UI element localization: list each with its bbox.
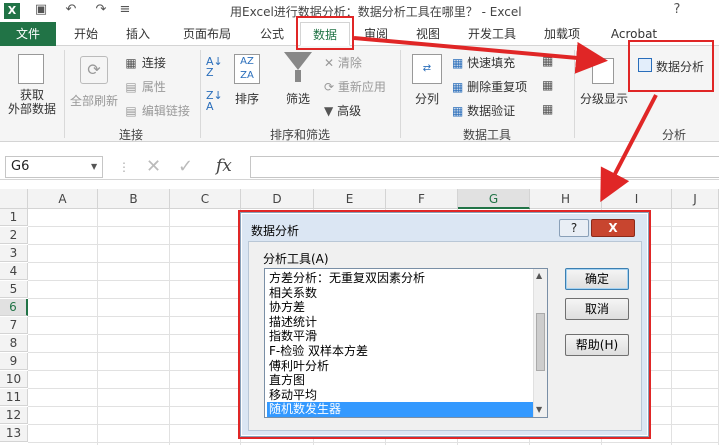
excel-window: X ▣ ↶ ↷ ≡ 用Excel进行数据分析：数据分析工具在哪里？ - Exce… xyxy=(0,0,719,445)
arrow-to-data-analysis xyxy=(353,36,608,74)
annotation-arrows xyxy=(353,36,658,203)
arrow-to-dialog xyxy=(600,94,658,203)
